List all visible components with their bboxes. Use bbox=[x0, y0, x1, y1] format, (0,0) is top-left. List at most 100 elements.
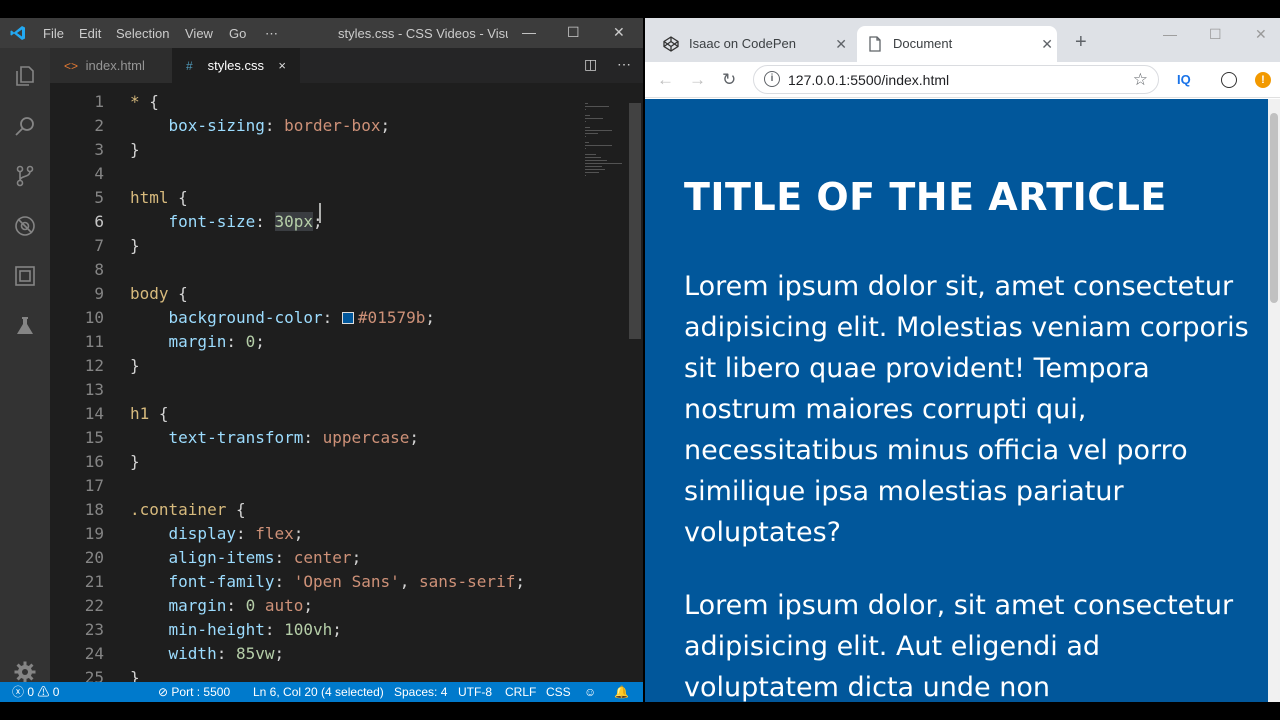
minimap[interactable] bbox=[583, 103, 627, 183]
code-line[interactable]: 14 h1 { bbox=[50, 402, 643, 426]
problems-status[interactable]: ⓧ 0 ⚠ 0 bbox=[12, 682, 59, 702]
code-line[interactable]: 13 bbox=[50, 378, 643, 402]
code-token: { bbox=[178, 188, 188, 207]
test-flask-icon[interactable] bbox=[13, 314, 37, 338]
code-line[interactable]: 24 width: 85vw; bbox=[50, 642, 643, 666]
close-icon[interactable]: ✕ bbox=[1255, 26, 1267, 43]
code-line[interactable]: 18 .container { bbox=[50, 498, 643, 522]
code-line[interactable]: 25} bbox=[50, 666, 643, 683]
code-line[interactable]: 9 body { bbox=[50, 282, 643, 306]
code-token: : bbox=[264, 116, 285, 135]
update-alert-icon[interactable]: ! bbox=[1255, 72, 1271, 88]
tab-close-icon[interactable]: × bbox=[278, 48, 286, 83]
live-server-port[interactable]: ⊘ Port : 5500 bbox=[158, 682, 230, 702]
language-mode[interactable]: CSS bbox=[546, 682, 571, 702]
menu-go[interactable]: Go bbox=[229, 26, 246, 41]
minimap-line bbox=[585, 154, 596, 155]
code-line[interactable]: 17 bbox=[50, 474, 643, 498]
search-icon[interactable] bbox=[13, 114, 37, 138]
html-file-icon: <> bbox=[64, 59, 79, 73]
forward-arrow-icon[interactable]: → bbox=[689, 70, 706, 90]
code-line[interactable]: 5 html { bbox=[50, 186, 643, 210]
iq-extension-icon[interactable]: IQ bbox=[1177, 72, 1191, 87]
new-tab-icon[interactable]: + bbox=[1075, 32, 1087, 52]
code-line[interactable]: 15 text-transform: uppercase; bbox=[50, 426, 643, 450]
minimize-icon[interactable]: — bbox=[1163, 26, 1177, 42]
tab-styles-css[interactable]: # styles.css × bbox=[172, 48, 300, 83]
close-tab-icon[interactable]: ✕ bbox=[1041, 26, 1053, 62]
menu-edit[interactable]: Edit bbox=[79, 26, 101, 41]
code-token: 30px bbox=[274, 212, 314, 231]
soccer-ball-extension-icon[interactable] bbox=[1221, 72, 1237, 88]
site-info-icon[interactable]: i bbox=[764, 71, 780, 87]
minimize-icon[interactable]: — bbox=[522, 24, 536, 40]
code-token: ; bbox=[293, 524, 304, 543]
url-text[interactable]: 127.0.0.1:5500/index.html bbox=[788, 72, 949, 88]
menu-selection[interactable]: Selection bbox=[116, 26, 169, 41]
code-line[interactable]: 23 min-height: 100vh; bbox=[50, 618, 643, 642]
code-token: box-sizing bbox=[130, 116, 265, 135]
minimap-line bbox=[585, 157, 602, 158]
code-line[interactable]: 7} bbox=[50, 234, 643, 258]
close-tab-icon[interactable]: ✕ bbox=[835, 26, 847, 62]
code-line[interactable]: 16} bbox=[50, 450, 643, 474]
split-editor-icon[interactable]: ◫ bbox=[584, 56, 597, 73]
page-scrollbar[interactable] bbox=[1268, 99, 1280, 702]
editor-scrollbar[interactable] bbox=[629, 103, 641, 339]
explorer-icon[interactable] bbox=[13, 64, 37, 88]
reload-icon[interactable]: ↻ bbox=[722, 70, 736, 90]
code-line[interactable]: 3} bbox=[50, 138, 643, 162]
code-line[interactable]: 1 * { bbox=[50, 90, 643, 114]
minimap-line bbox=[585, 142, 589, 143]
browser-tab-document[interactable]: Document ✕ bbox=[857, 26, 1057, 62]
code-line[interactable]: 19 display: flex; bbox=[50, 522, 643, 546]
code-editor[interactable]: 1 * {2 box-sizing: border-box; 3} 4 5 html {6… bbox=[50, 83, 643, 683]
notifications-bell-icon[interactable]: 🔔 bbox=[614, 682, 629, 702]
menu-more[interactable]: ⋯ bbox=[265, 26, 278, 42]
line-number: 20 bbox=[84, 548, 104, 567]
code-line[interactable]: 10 background-color: #01579b; bbox=[50, 306, 643, 330]
code-line[interactable]: 2 box-sizing: border-box; bbox=[50, 114, 643, 138]
warning-count: 0 bbox=[52, 685, 60, 699]
back-arrow-icon[interactable]: ← bbox=[657, 70, 674, 90]
editor-tabs: <> index.html # styles.css × ◫ ⋯ bbox=[50, 48, 643, 83]
extensions-icon[interactable] bbox=[13, 264, 37, 288]
tab-index-html[interactable]: <> index.html bbox=[50, 48, 172, 83]
more-actions-icon[interactable]: ⋯ bbox=[617, 56, 631, 73]
maximize-icon[interactable]: ☐ bbox=[567, 24, 580, 41]
minimap-line bbox=[585, 118, 603, 119]
code-line[interactable]: 21 font-family: 'Open Sans', sans-serif; bbox=[50, 570, 643, 594]
code-line[interactable]: 4 bbox=[50, 162, 643, 186]
color-swatch-icon[interactable] bbox=[341, 312, 354, 324]
minimap-line bbox=[585, 109, 586, 110]
browser-tab-codepen[interactable]: Isaac on CodePen ✕ bbox=[653, 26, 851, 62]
code-token: flex bbox=[255, 524, 294, 543]
close-icon[interactable]: ✕ bbox=[613, 24, 625, 41]
cursor-position[interactable]: Ln 6, Col 20 (4 selected) bbox=[253, 682, 384, 702]
code-line[interactable]: 6 font-size: 30px; bbox=[50, 210, 643, 234]
line-number: 12 bbox=[84, 356, 104, 375]
line-number: 17 bbox=[84, 476, 104, 495]
feedback-smiley-icon[interactable]: ☺ bbox=[584, 682, 596, 702]
encoding[interactable]: UTF-8 bbox=[458, 682, 492, 702]
port-icon: ⊘ bbox=[158, 685, 169, 699]
code-line[interactable]: 22 margin: 0 auto; bbox=[50, 594, 643, 618]
menu-view[interactable]: View bbox=[185, 26, 213, 41]
code-line[interactable]: 11 margin: 0; bbox=[50, 330, 643, 354]
maximize-icon[interactable]: ☐ bbox=[1209, 26, 1222, 43]
line-ending[interactable]: CRLF bbox=[505, 682, 536, 702]
bookmark-star-icon[interactable]: ☆ bbox=[1133, 70, 1148, 90]
code-line[interactable]: 8 bbox=[50, 258, 643, 282]
code-text: margin: 0 auto; bbox=[130, 594, 314, 618]
address-bar[interactable]: i 127.0.0.1:5500/index.html ☆ bbox=[753, 65, 1159, 94]
indentation[interactable]: Spaces: 4 bbox=[394, 682, 447, 702]
code-line[interactable]: 20 align-items: center; bbox=[50, 546, 643, 570]
minimap-line bbox=[585, 127, 591, 128]
debug-icon[interactable] bbox=[13, 214, 37, 238]
line-number: 4 bbox=[94, 164, 104, 183]
page-scrollbar-thumb[interactable] bbox=[1270, 113, 1278, 303]
settings-gear-icon[interactable] bbox=[13, 660, 37, 684]
menu-file[interactable]: File bbox=[43, 26, 64, 41]
source-control-icon[interactable] bbox=[13, 164, 37, 188]
code-line[interactable]: 12} bbox=[50, 354, 643, 378]
